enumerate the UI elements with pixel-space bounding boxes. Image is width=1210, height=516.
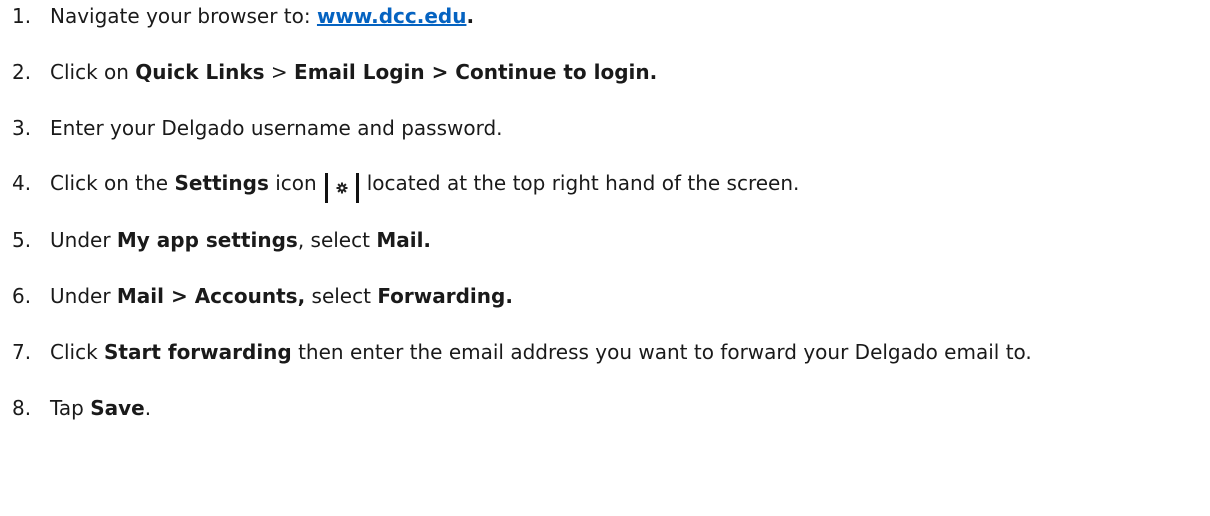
step-number: 6. [12, 284, 32, 308]
my-app-settings-label: My app settings [116, 228, 298, 252]
step-7: 7. Click Start forwarding then enter the… [12, 338, 1032, 366]
step-text-pre: Tap [50, 396, 91, 420]
step-text-pre: Under [50, 228, 117, 252]
step-text-mid: select [305, 284, 378, 308]
step-text-pre: Click on [50, 60, 136, 84]
step-text-mid: icon [268, 171, 317, 195]
step-text-mid: , select [297, 228, 377, 252]
step-text-post: located at the top right hand of the scr… [366, 171, 800, 195]
step-punctuation: . [466, 4, 475, 28]
settings-label: Settings [174, 171, 269, 195]
dcc-website-link[interactable]: www.dcc.edu [317, 2, 467, 30]
step-number: 2. [12, 60, 32, 84]
step-text-post: then enter the email address you want to… [291, 340, 1032, 364]
save-label: Save [90, 396, 145, 420]
step-text-pre: Click on the [50, 171, 175, 195]
step-number: 1. [12, 4, 32, 28]
step-number: 8. [12, 396, 32, 420]
step-text-pre: Click [50, 340, 105, 364]
start-forwarding-label: Start forwarding [104, 340, 292, 364]
instruction-document: 1. Navigate your browser to: www.dcc.edu… [0, 0, 1210, 516]
gear-icon [336, 182, 348, 194]
step-5: 5. Under My app settings , select Mail. [12, 226, 431, 254]
step-number: 5. [12, 228, 32, 252]
step-2: 2. Click on Quick Links > Email Login > … [12, 58, 657, 86]
quick-links-label: Quick Links [135, 60, 265, 84]
step-text: Navigate your browser to: [50, 4, 317, 28]
step-6: 6. Under Mail > Accounts, select Forward… [12, 282, 513, 310]
step-text: Enter your Delgado username and password… [50, 116, 503, 140]
step-8: 8. Tap Save . [12, 394, 151, 422]
step-number: 7. [12, 340, 32, 364]
forwarding-label: Forwarding. [377, 284, 513, 308]
step-punctuation: . [144, 396, 152, 420]
email-login-label: Email Login > Continue to login. [294, 60, 658, 84]
step-4: 4. Click on the Settings icon located at… [12, 169, 800, 203]
mail-accounts-label: Mail > Accounts, [116, 284, 306, 308]
step-1: 1. Navigate your browser to: www.dcc.edu… [12, 2, 474, 30]
step-number: 3. [12, 116, 32, 140]
step-separator: > [264, 60, 295, 84]
step-number: 4. [12, 171, 32, 195]
mail-label: Mail. [376, 228, 432, 252]
settings-icon-frame [324, 173, 359, 203]
step-3: 3. Enter your Delgado username and passw… [12, 114, 503, 142]
step-text-pre: Under [50, 284, 117, 308]
